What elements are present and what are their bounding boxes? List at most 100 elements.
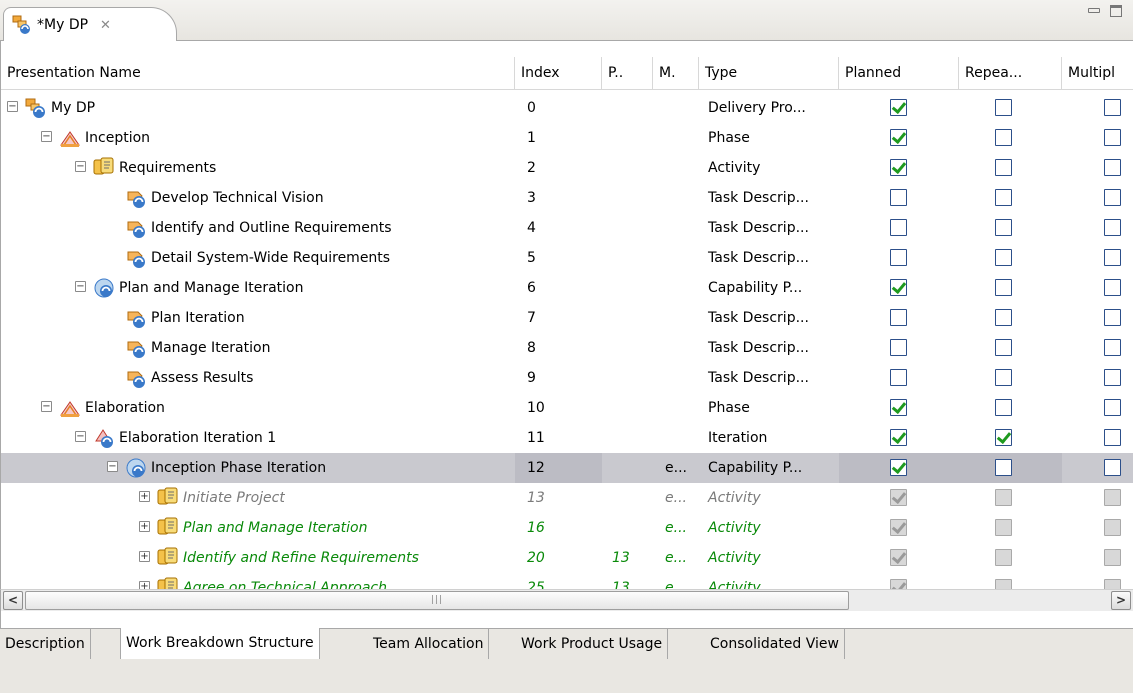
row-type: Task Descrip... bbox=[708, 190, 809, 206]
collapse-icon[interactable]: − bbox=[7, 101, 18, 112]
close-icon[interactable]: ✕ bbox=[100, 18, 111, 33]
table-row[interactable]: − Inception 1 Phase bbox=[1, 123, 1133, 153]
repeatable-checkbox[interactable] bbox=[995, 249, 1012, 266]
table-row[interactable]: Assess Results 9 Task Descrip... bbox=[1, 363, 1133, 393]
task-icon bbox=[125, 367, 147, 389]
multiple-checkbox[interactable] bbox=[1104, 459, 1121, 476]
table-row[interactable]: + Plan and Manage Iteration 16 e... Activity bbox=[1, 513, 1133, 543]
column-header-presentation-name[interactable]: Presentation Name bbox=[1, 57, 515, 90]
repeatable-checkbox[interactable] bbox=[995, 279, 1012, 296]
collapse-icon[interactable]: − bbox=[75, 431, 86, 442]
repeatable-checkbox[interactable] bbox=[995, 189, 1012, 206]
minimize-icon[interactable] bbox=[1087, 4, 1101, 18]
row-model-info bbox=[653, 333, 699, 363]
tab-work-breakdown-structure[interactable]: Work Breakdown Structure bbox=[120, 628, 320, 659]
repeatable-checkbox[interactable] bbox=[995, 549, 1012, 566]
planned-checkbox[interactable] bbox=[890, 489, 907, 506]
table-row[interactable]: − Requirements 2 Activity bbox=[1, 153, 1133, 183]
column-header-m[interactable]: M. bbox=[653, 57, 699, 90]
multiple-checkbox[interactable] bbox=[1104, 129, 1121, 146]
multiple-checkbox[interactable] bbox=[1104, 339, 1121, 356]
scroll-left-button[interactable]: < bbox=[3, 591, 23, 610]
maximize-icon[interactable] bbox=[1109, 4, 1123, 18]
planned-checkbox[interactable] bbox=[890, 369, 907, 386]
planned-checkbox[interactable] bbox=[890, 279, 907, 296]
repeatable-checkbox[interactable] bbox=[995, 219, 1012, 236]
repeatable-checkbox[interactable] bbox=[995, 129, 1012, 146]
multiple-checkbox[interactable] bbox=[1104, 309, 1121, 326]
table-row[interactable]: Plan Iteration 7 Task Descrip... bbox=[1, 303, 1133, 333]
planned-checkbox[interactable] bbox=[890, 429, 907, 446]
collapse-icon[interactable]: − bbox=[41, 131, 52, 142]
table-row[interactable]: − My DP 0 Delivery Pro... bbox=[1, 93, 1133, 123]
multiple-checkbox[interactable] bbox=[1104, 249, 1121, 266]
tab-work-product-usage[interactable]: Work Product Usage bbox=[516, 629, 669, 659]
planned-checkbox[interactable] bbox=[890, 99, 907, 116]
row-model-info bbox=[653, 213, 699, 243]
repeatable-checkbox[interactable] bbox=[995, 99, 1012, 116]
collapse-icon[interactable]: − bbox=[75, 161, 86, 172]
table-row[interactable]: − Plan and Manage Iteration 6 Capability P.… bbox=[1, 273, 1133, 303]
tab-consolidated-view[interactable]: Consolidated View bbox=[705, 629, 845, 659]
planned-checkbox[interactable] bbox=[890, 219, 907, 236]
collapse-icon[interactable]: − bbox=[75, 281, 86, 292]
repeatable-checkbox[interactable] bbox=[995, 489, 1012, 506]
column-header-index[interactable]: Index bbox=[515, 57, 602, 90]
repeatable-checkbox[interactable] bbox=[995, 309, 1012, 326]
planned-checkbox[interactable] bbox=[890, 519, 907, 536]
multiple-checkbox[interactable] bbox=[1104, 399, 1121, 416]
planned-checkbox[interactable] bbox=[890, 339, 907, 356]
multiple-checkbox[interactable] bbox=[1104, 549, 1121, 566]
planned-checkbox[interactable] bbox=[890, 459, 907, 476]
column-header-p[interactable]: P.. bbox=[602, 57, 653, 90]
row-model-info bbox=[653, 273, 699, 303]
planned-checkbox[interactable] bbox=[890, 309, 907, 326]
repeatable-checkbox[interactable] bbox=[995, 399, 1012, 416]
table-row[interactable]: − Elaboration Iteration 1 11 Iteration bbox=[1, 423, 1133, 453]
repeatable-checkbox[interactable] bbox=[995, 519, 1012, 536]
repeatable-checkbox[interactable] bbox=[995, 429, 1012, 446]
planned-checkbox[interactable] bbox=[890, 399, 907, 416]
multiple-checkbox[interactable] bbox=[1104, 219, 1121, 236]
table-row[interactable]: Identify and Outline Requirements 4 Task D… bbox=[1, 213, 1133, 243]
scrollbar-thumb[interactable]: ||| bbox=[25, 591, 849, 610]
planned-checkbox[interactable] bbox=[890, 549, 907, 566]
repeatable-checkbox[interactable] bbox=[995, 459, 1012, 476]
multiple-checkbox[interactable] bbox=[1104, 279, 1121, 296]
column-header-type[interactable]: Type bbox=[699, 57, 839, 90]
column-header-multiple[interactable]: Multipl bbox=[1062, 57, 1133, 90]
table-row[interactable]: Manage Iteration 8 Task Descrip... bbox=[1, 333, 1133, 363]
repeatable-checkbox[interactable] bbox=[995, 339, 1012, 356]
multiple-checkbox[interactable] bbox=[1104, 99, 1121, 116]
multiple-checkbox[interactable] bbox=[1104, 489, 1121, 506]
multiple-checkbox[interactable] bbox=[1104, 519, 1121, 536]
table-row[interactable]: + Identify and Refine Requirements 20 13 e..… bbox=[1, 543, 1133, 573]
planned-checkbox[interactable] bbox=[890, 159, 907, 176]
column-header-planned[interactable]: Planned bbox=[839, 57, 959, 90]
multiple-checkbox[interactable] bbox=[1104, 369, 1121, 386]
column-header-repeatable[interactable]: Repea... bbox=[959, 57, 1062, 90]
table-row[interactable]: Develop Technical Vision 3 Task Descrip... bbox=[1, 183, 1133, 213]
planned-checkbox[interactable] bbox=[890, 249, 907, 266]
horizontal-scrollbar[interactable]: < ||| > bbox=[0, 589, 1133, 611]
scroll-right-button[interactable]: > bbox=[1111, 591, 1131, 610]
tab-description[interactable]: Description bbox=[0, 629, 91, 659]
expand-icon[interactable]: + bbox=[139, 521, 150, 532]
table-row[interactable]: − Inception Phase Iteration 12 e... Capabili… bbox=[1, 453, 1133, 483]
repeatable-checkbox[interactable] bbox=[995, 369, 1012, 386]
multiple-checkbox[interactable] bbox=[1104, 159, 1121, 176]
table-row[interactable]: − Elaboration 10 Phase bbox=[1, 393, 1133, 423]
repeatable-checkbox[interactable] bbox=[995, 159, 1012, 176]
collapse-icon[interactable]: − bbox=[41, 401, 52, 412]
planned-checkbox[interactable] bbox=[890, 189, 907, 206]
expand-icon[interactable]: + bbox=[139, 551, 150, 562]
planned-checkbox[interactable] bbox=[890, 129, 907, 146]
table-row[interactable]: + Initiate Project 13 e... Activity bbox=[1, 483, 1133, 513]
multiple-checkbox[interactable] bbox=[1104, 189, 1121, 206]
expand-icon[interactable]: + bbox=[139, 491, 150, 502]
table-row[interactable]: Detail System-Wide Requirements 5 Task Des… bbox=[1, 243, 1133, 273]
editor-tab-my-dp[interactable]: *My DP ✕ bbox=[3, 7, 177, 42]
tab-team-allocation[interactable]: Team Allocation bbox=[368, 629, 490, 659]
multiple-checkbox[interactable] bbox=[1104, 429, 1121, 446]
collapse-icon[interactable]: − bbox=[107, 461, 118, 472]
